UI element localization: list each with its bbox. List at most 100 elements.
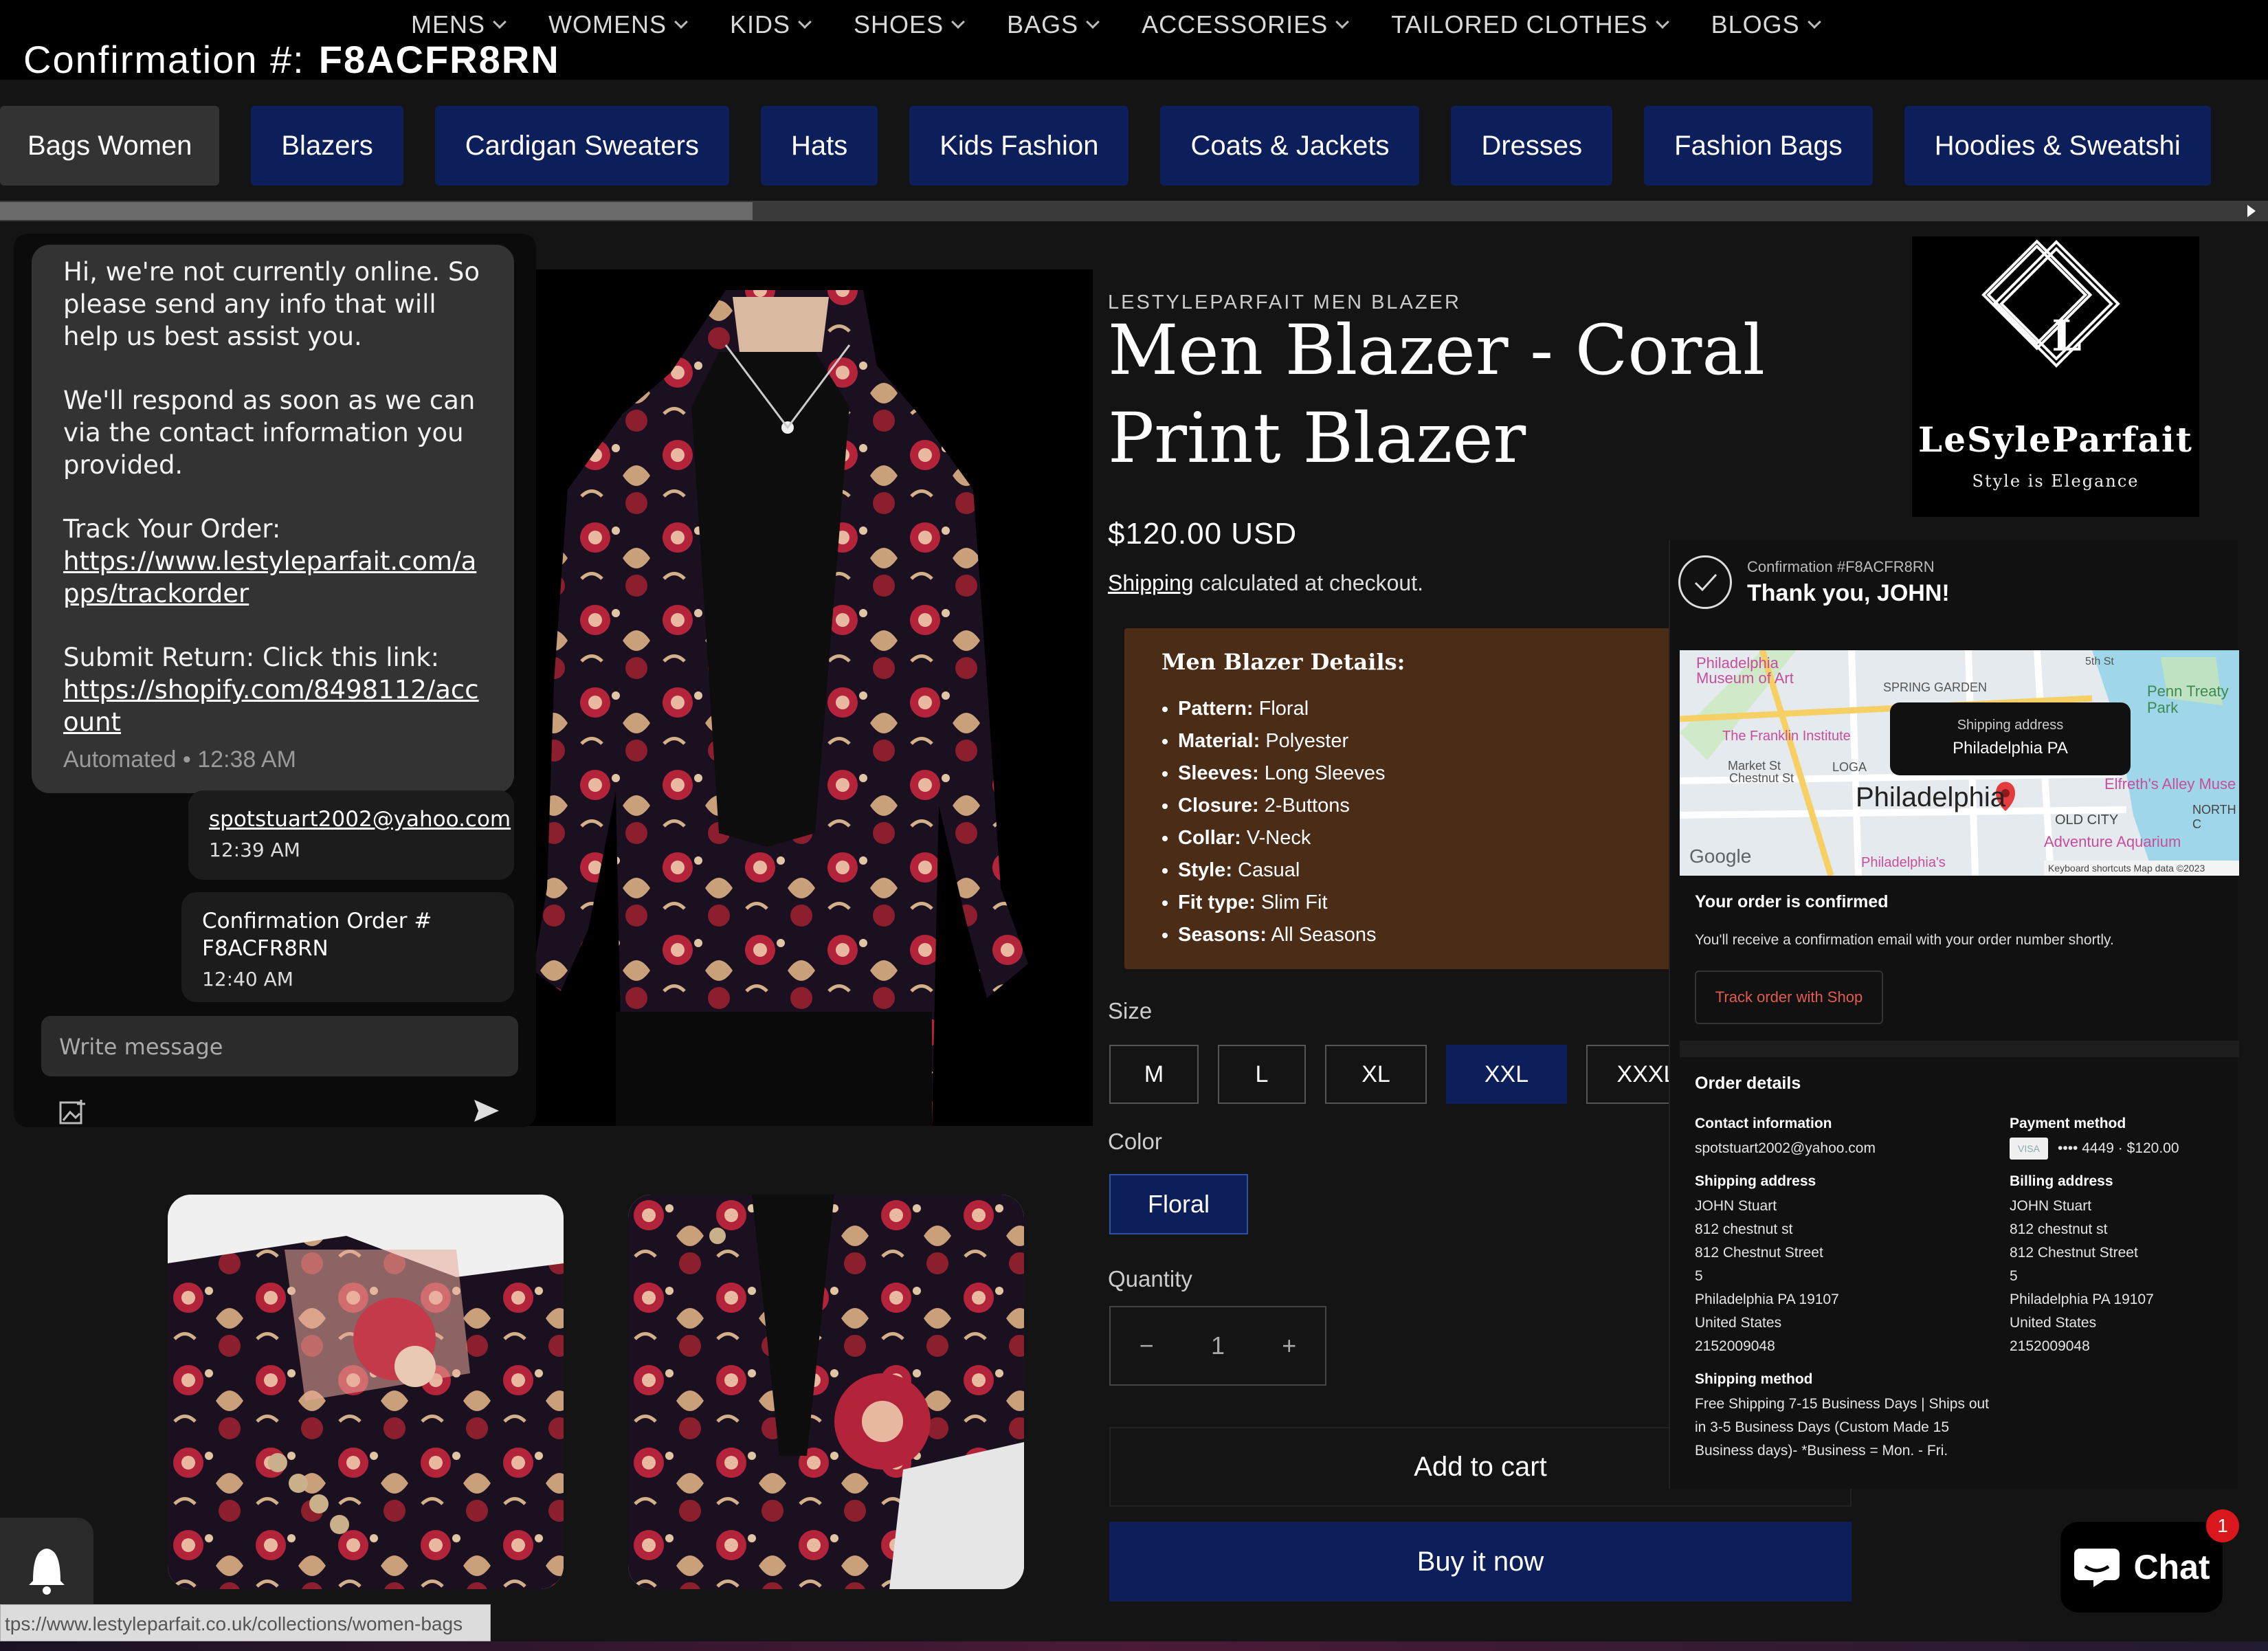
confirmation-label: Confirmation #: [23,38,305,81]
return-label: Submit Return: Click this link: [63,643,440,672]
quantity-value[interactable]: 1 [1211,1331,1225,1360]
submit-return-link[interactable]: https://shopify.com/8498112/account [63,675,479,737]
bot-message-offline: Hi, we're not currently online. So pleas… [63,257,480,351]
send-icon[interactable] [473,1097,500,1124]
chevron-down-icon [1655,15,1669,29]
quantity-decrease-button[interactable]: − [1139,1331,1154,1360]
shipping-link[interactable]: Shipping [1108,570,1194,595]
details-list: Pattern: Floral Material: Polyester Slee… [1161,693,1654,951]
check-circle-icon [1678,555,1732,609]
address-line: 812 chestnut st [2010,1221,2108,1237]
map-label: Philadelphia [1856,782,2005,812]
map-label: Philadelphia Museum of Art [1696,654,1794,687]
chat-widget-button[interactable]: Chat [2060,1522,2223,1613]
google-logo: Google [1689,845,1752,867]
color-label: Color [1108,1129,1162,1154]
nav-item-blogs[interactable]: BLOGS [1711,10,1821,39]
address-line: 2152009048 [1695,1338,1775,1354]
size-option-m[interactable]: M [1109,1045,1199,1104]
category-fashion-bags[interactable]: Fashion Bags [1644,106,1873,186]
map-label: 5th St [2085,656,2114,667]
shipping-text: calculated at checkout. [1193,570,1423,595]
payment-amount: •••• 4449 · $120.00 [2058,1140,2179,1156]
size-option-xl[interactable]: XL [1325,1045,1427,1104]
nav-item-tailored-clothes[interactable]: TAILORED CLOTHES [1391,10,1669,39]
detail-item: Sleeves: Long Sleeves [1178,757,1654,790]
scrollbar-thumb[interactable] [0,202,753,220]
attach-image-icon[interactable] [59,1098,87,1126]
address-line: 5 [2010,1268,2018,1284]
address-line: United States [2010,1315,2097,1331]
category-cardigan-sweaters[interactable]: Cardigan Sweaters [434,106,729,186]
nav-item-bags[interactable]: BAGS [1007,10,1100,39]
size-option-l[interactable]: L [1218,1045,1306,1104]
shipping-method-label: Shipping method [1695,1371,1813,1387]
size-options: M L XL XXL XXXL [1109,1045,1707,1104]
main-menu: MENS WOMENS KIDS SHOES BAGS ACCESSORIES … [411,5,1821,44]
map-label: LOGA [1832,760,1867,774]
map-label: Adventure Aquarium [2044,833,2181,850]
category-coats-jackets[interactable]: Coats & Jackets [1160,106,1420,186]
category-hats[interactable]: Hats [760,106,878,186]
section-divider [1680,1041,2239,1057]
track-order-link[interactable]: https://www.lestyleparfait.com/apps/trac… [63,546,476,608]
category-hoodies-sweatshirts[interactable]: Hoodies & Sweatshi [1904,106,2211,186]
map-data-credit: Map data ©2023 [2133,863,2205,874]
map-attribution: Keyboard shortcuts Map data ©2023 [2044,861,2239,876]
chat-unread-badge: 1 [2206,1509,2239,1542]
shipping-address-label: Shipping address [1695,1173,1816,1189]
map-label: Penn Treaty Park [2147,683,2229,716]
nav-item-shoes[interactable]: SHOES [854,10,965,39]
track-label: Track Your Order: [63,514,281,544]
chat-message-input[interactable]: Write message [41,1016,518,1076]
detail-item: Pattern: Floral [1178,693,1654,725]
nav-item-mens[interactable]: MENS [411,10,507,39]
user-message-line: F8ACFR8RN [202,936,329,961]
address-line: JOHN Stuart [2010,1198,2092,1214]
buy-now-button[interactable]: Buy it now [1109,1522,1852,1602]
map-label: Philadelphia's [1861,855,1946,870]
logo-letter: L [2052,311,2082,361]
product-main-image[interactable] [492,269,1093,1129]
category-blazers[interactable]: Blazers [251,106,403,186]
product-thumbnail-front[interactable] [628,1195,1024,1589]
product-details-box: Men Blazer Details: Pattern: Floral Mate… [1124,628,1691,969]
nav-item-womens[interactable]: WOMENS [548,10,688,39]
user-message-confirmation: Confirmation Order # F8ACFR8RN 12:40 AM [181,892,514,1002]
quantity-stepper: − 1 + [1109,1306,1326,1386]
chevron-down-icon [951,15,965,29]
chevron-down-icon [1086,15,1100,29]
nav-item-kids[interactable]: KIDS [730,10,812,39]
chevron-down-icon [798,15,812,29]
quantity-increase-button[interactable]: + [1282,1331,1296,1360]
bot-message-return: Submit Return: Click this link: https://s… [63,641,484,738]
track-order-button[interactable]: Track order with Shop [1695,971,1883,1024]
address-line: 2152009048 [2010,1338,2090,1354]
nav-label: SHOES [854,10,944,38]
nav-label: BAGS [1007,10,1079,38]
scroll-right-arrow-icon[interactable] [2247,205,2256,217]
category-dresses[interactable]: Dresses [1451,106,1613,186]
product-thumbnail-sleeve[interactable] [168,1195,564,1589]
color-option-floral[interactable]: Floral [1109,1174,1248,1234]
nav-label: BLOGS [1711,10,1800,38]
detail-item: Collar: V-Neck [1178,822,1654,854]
user-email-link[interactable]: spotstuart2002@yahoo.com [209,806,511,833]
bottom-strip [0,1641,2268,1651]
status-bar-url: tps://www.lestyleparfait.co.uk/collectio… [0,1604,491,1641]
address-line: 812 Chestnut Street [2010,1245,2138,1261]
address-line: Philadelphia PA 19107 [2010,1292,2154,1307]
billing-address-label: Billing address [2010,1173,2113,1189]
map-label: NORTH C [2192,803,2236,831]
bot-message-meta: Automated • 12:38 AM [63,746,296,773]
quantity-label: Quantity [1108,1266,1192,1292]
address-line: 5 [1695,1268,1703,1284]
category-bags-women[interactable]: Bags Women [0,106,220,186]
nav-item-accessories[interactable]: ACCESSORIES [1142,10,1350,39]
payment-method-label: Payment method [2010,1116,2126,1131]
message-time: 12:39 AM [209,839,300,861]
size-option-xxl[interactable]: XXL [1446,1045,1567,1104]
category-kids-fashion[interactable]: Kids Fashion [909,106,1129,186]
keyboard-shortcuts-link[interactable]: Keyboard shortcuts [2048,863,2131,874]
detail-item: Closure: 2-Buttons [1178,790,1654,822]
